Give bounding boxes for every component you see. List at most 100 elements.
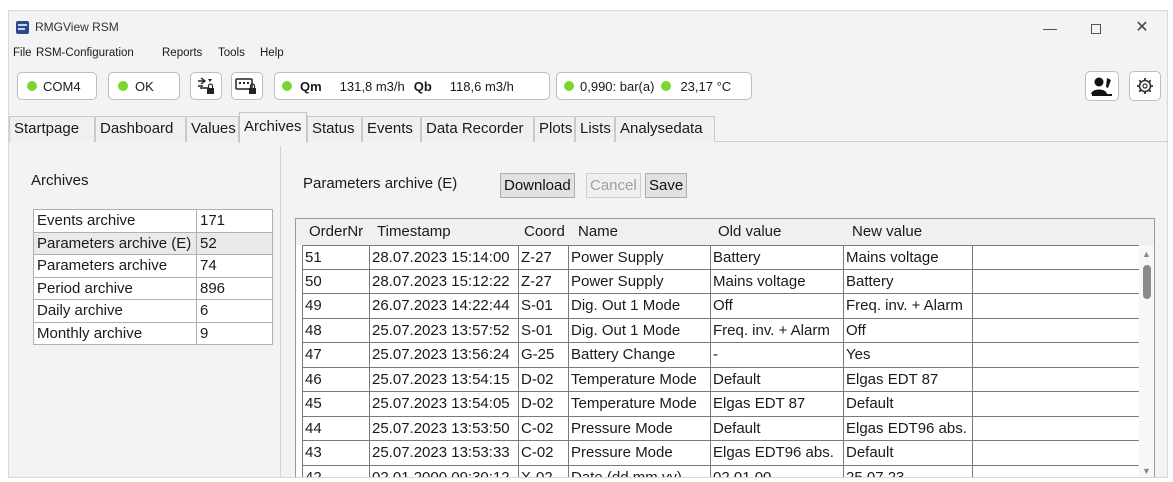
app-logo-icon	[16, 21, 29, 34]
cell-old-value: 02.01.00	[710, 465, 844, 477]
table-row[interactable]: 49 26.07.2023 14:22:44 S-01 Dig. Out 1 Mode…	[302, 294, 1143, 319]
archive-list: Events archive 171 Parameters archive (E) 5…	[33, 209, 273, 345]
tab-dashboard[interactable]: Dashboard	[95, 116, 186, 142]
cell-ordernr: 42	[302, 465, 370, 477]
tab-values[interactable]: Values	[186, 116, 239, 142]
flow-readout: Qm 131,8 m3/h Qb 118,6 m3/h	[274, 72, 550, 100]
cell-coord: X-02	[518, 465, 569, 477]
connection-status-label: OK	[135, 78, 154, 94]
archives-sidebar: Archives Events archive 171 Parameters arc…	[9, 146, 281, 477]
archive-list-item[interactable]: Period archive 896	[33, 276, 273, 300]
network-lock-button[interactable]	[190, 72, 222, 100]
cell-timestamp: 25.07.2023 13:54:15	[369, 367, 519, 392]
cell-ordernr: 44	[302, 416, 370, 441]
archive-count: 9	[196, 321, 273, 345]
tab-status[interactable]: Status	[307, 116, 362, 142]
settings-button[interactable]	[1129, 71, 1161, 101]
cell-old-value: Default	[710, 416, 844, 441]
column-header-timestamp[interactable]: Timestamp	[377, 223, 451, 240]
archive-count: 6	[196, 299, 273, 323]
column-header-name[interactable]: Name	[578, 223, 618, 240]
column-header-coord[interactable]: Coord	[524, 223, 565, 240]
keyboard-lock-button[interactable]	[231, 72, 263, 100]
menu-file[interactable]: File	[13, 47, 32, 59]
table-row[interactable]: 43 25.07.2023 13:53:33 C-02 Pressure Mode El…	[302, 441, 1143, 466]
cancel-button[interactable]: Cancel	[586, 173, 641, 198]
archive-name: Parameters archive (E)	[33, 231, 197, 255]
cell-name: Power Supply	[568, 245, 711, 270]
menu-rsm-configuration[interactable]: RSM-Configuration	[36, 47, 134, 59]
table-row[interactable]: 42 02.01.2000 09:30:12 X-02 Date (dd.mm.yy)…	[302, 465, 1143, 477]
table-row[interactable]: 50 28.07.2023 15:12:22 Z-27 Power Supply Mai…	[302, 269, 1143, 294]
scroll-down-icon[interactable]: ▼	[1142, 466, 1151, 476]
cell-empty	[972, 367, 1143, 392]
app-window: RMGView RSM — ✕ File RSM-Configuration R…	[8, 10, 1168, 478]
table-row[interactable]: 47 25.07.2023 13:56:24 G-25 Battery Change -…	[302, 343, 1143, 368]
tab-plots[interactable]: Plots	[534, 116, 575, 142]
archive-table: OrderNr Timestamp Coord Name Old value N…	[295, 218, 1155, 477]
cell-name: Date (dd.mm.yy)	[568, 465, 711, 477]
tab-analysedata[interactable]: Analysedata	[615, 116, 715, 142]
menu-tools[interactable]: Tools	[218, 47, 245, 59]
archive-count: 74	[196, 254, 273, 278]
user-service-button[interactable]	[1085, 71, 1119, 101]
minimize-button[interactable]: —	[1027, 13, 1073, 43]
archive-list-item[interactable]: Events archive 171	[33, 209, 273, 233]
archive-list-item[interactable]: Parameters archive 74	[33, 254, 273, 278]
archive-list-item[interactable]: Daily archive 6	[33, 299, 273, 323]
table-row[interactable]: 45 25.07.2023 13:54:05 D-02 Temperature Mod…	[302, 392, 1143, 417]
table-row[interactable]: 51 28.07.2023 15:14:00 Z-27 Power Supply Bat…	[302, 245, 1143, 270]
cell-old-value: -	[710, 343, 844, 368]
table-header: OrderNr Timestamp Coord Name Old value N…	[296, 219, 1154, 245]
table-row[interactable]: 44 25.07.2023 13:53:50 C-02 Pressure Mode De…	[302, 416, 1143, 441]
cell-timestamp: 26.07.2023 14:22:44	[369, 294, 519, 319]
cell-name: Dig. Out 1 Mode	[568, 318, 711, 343]
maximize-button[interactable]	[1073, 13, 1119, 43]
archive-title: Parameters archive (E)	[303, 175, 458, 192]
cell-ordernr: 49	[302, 294, 370, 319]
table-row[interactable]: 48 25.07.2023 13:57:52 S-01 Dig. Out 1 Mode…	[302, 318, 1143, 343]
status-dot-icon	[564, 81, 574, 91]
cell-ordernr: 47	[302, 343, 370, 368]
tab-lists[interactable]: Lists	[575, 116, 615, 142]
close-button[interactable]: ✕	[1119, 13, 1165, 43]
scroll-thumb[interactable]	[1143, 265, 1151, 299]
save-button[interactable]: Save	[645, 173, 688, 198]
archive-list-item[interactable]: Monthly archive 9	[33, 321, 273, 345]
column-header-ordernr[interactable]: OrderNr	[309, 223, 363, 240]
menu-help[interactable]: Help	[260, 47, 284, 59]
tab-events[interactable]: Events	[362, 116, 421, 142]
status-dot-icon	[661, 81, 672, 91]
connection-status[interactable]: OK	[108, 72, 180, 100]
cell-name: Dig. Out 1 Mode	[568, 294, 711, 319]
toolbar: COM4 OK Qm 131,8 m3/h Qb 118,6 m3/h 0,99…	[9, 68, 1167, 108]
column-header-new-value[interactable]: New value	[852, 223, 922, 240]
column-header-old-value[interactable]: Old value	[718, 223, 781, 240]
pressure-value: 0,990: bar(a)	[580, 78, 655, 94]
tab-data-recorder[interactable]: Data Recorder	[421, 116, 534, 142]
tab-archives[interactable]: Archives	[239, 112, 307, 143]
cell-ordernr: 50	[302, 269, 370, 294]
cell-timestamp: 25.07.2023 13:53:50	[369, 416, 519, 441]
window-title: RMGView RSM	[35, 20, 119, 34]
cell-old-value: Elgas EDT96 abs.	[710, 441, 844, 466]
archive-list-item[interactable]: Parameters archive (E) 52	[33, 231, 273, 255]
cell-empty	[972, 269, 1143, 294]
cell-empty	[972, 416, 1143, 441]
vertical-scrollbar[interactable]: ▲ ▼	[1139, 245, 1154, 477]
cell-old-value: Elgas EDT 87	[710, 392, 844, 417]
cell-old-value: Default	[710, 367, 844, 392]
maximize-icon	[1091, 24, 1101, 35]
keyboard-lock-icon	[235, 78, 256, 94]
com-port-status[interactable]: COM4	[17, 72, 97, 100]
cell-coord: C-02	[518, 416, 569, 441]
table-row[interactable]: 46 25.07.2023 13:54:15 D-02 Temperature Mod…	[302, 367, 1143, 392]
cell-coord: S-01	[518, 294, 569, 319]
archives-heading: Archives	[31, 172, 89, 189]
scroll-up-icon[interactable]: ▲	[1142, 249, 1151, 259]
tab-startpage[interactable]: Startpage	[9, 116, 95, 142]
gear-icon	[1137, 78, 1153, 94]
menu-reports[interactable]: Reports	[162, 47, 202, 59]
cell-coord: D-02	[518, 367, 569, 392]
download-button[interactable]: Download	[500, 173, 575, 198]
